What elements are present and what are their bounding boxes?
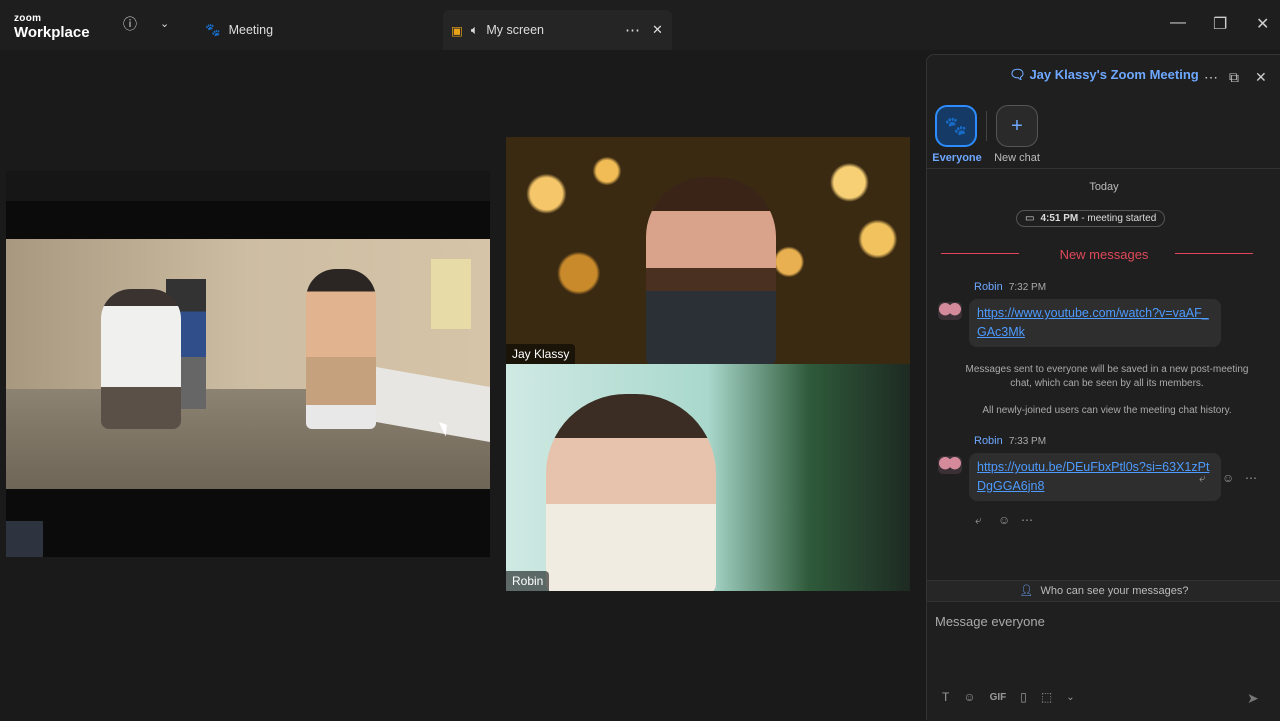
speaker-icon[interactable]: 🔈︎ [471,23,479,38]
file-icon[interactable]: ▯ [1020,690,1027,704]
message-link[interactable]: https://youtu.be/DEuFbxPtl0s?si=63X1zPtD… [977,460,1209,493]
chevron-down-icon[interactable]: ⌄ [160,17,169,30]
everyone-label: Everyone [932,152,982,164]
title-bar: zoom Workplace ⓘ ⌄ 🐾 Meeting ▣ 🔈︎ My scr… [0,0,1280,50]
emoji-icon[interactable]: ☺ [963,690,975,704]
shared-screen[interactable] [6,171,490,557]
message-link[interactable]: https://www.youtube.com/watch?v=vaAF_GAc… [977,306,1209,339]
emoji-icon[interactable]: ☺ [1222,471,1234,485]
logo-brand-top: zoom [14,13,42,24]
who-can-see-label: Who can see your messages? [1040,585,1189,597]
meeting-started-time: 4:51 PM [1040,213,1079,224]
more-icon[interactable]: ⋯ [1245,471,1257,485]
close-icon[interactable]: ✕ [652,22,663,38]
new-messages-separator: New messages [941,247,1267,262]
reply-icon[interactable]: ⤶ [975,513,982,528]
composer-toolbar: T ☺ GIF ▯ ⬚ ⌄ [942,690,1075,704]
video-tile-robin[interactable]: Robin [506,364,910,591]
meeting-started-pill: ▭ 4:51 PM - meeting started [1016,210,1166,227]
close-icon[interactable]: ✕ [1255,69,1267,86]
video-tile-jay[interactable]: Jay Klassy [506,137,910,364]
shared-video-frame [6,239,490,489]
info-icon[interactable]: ⓘ [123,14,137,34]
saved-chat-note: Messages sent to everyone will be saved … [965,364,1249,389]
scene-patient [306,269,376,429]
more-icon[interactable]: ⋯ [1204,69,1218,86]
paw-icon: 🐾 [205,22,221,37]
jay-video-person [646,177,776,364]
video-icon: ▭ [1025,213,1035,224]
divider [986,111,987,141]
tab-meeting[interactable]: 🐾 Meeting [205,10,273,50]
tab-meeting-label: Meeting [228,23,274,37]
format-icon[interactable]: T [942,690,949,704]
date-separator: Today [1089,181,1119,193]
divider [1175,253,1253,254]
send-icon[interactable]: ➤ [1247,690,1259,707]
meeting-started-text: - meeting started [1081,213,1157,224]
sender-name[interactable]: Robin [974,281,1003,293]
message-input[interactable] [935,610,1265,632]
person-lock-icon: 👤︎ [1019,585,1034,597]
message-bubble: https://youtu.be/DEuFbxPtl0s?si=63X1zPtD… [969,453,1221,501]
minimize-icon[interactable]: — [1170,14,1186,32]
shared-screen-top-band [6,171,490,201]
chat-history-note: All newly-joined users can view the meet… [982,405,1232,416]
shared-screen-thumbnail[interactable] [6,521,43,557]
paw-icon: 🐾 [944,115,968,136]
message-time: 7:33 PM [1008,436,1047,447]
plus-icon: + [1011,114,1023,137]
emoji-icon[interactable]: ☺ [998,513,1010,527]
chat-title: Jay Klassy's Zoom Meeting [1029,67,1199,82]
screenshot-icon[interactable]: ⬚ [1041,690,1052,704]
chevron-down-icon[interactable]: ⌄ [1066,692,1074,703]
scene-wall [6,239,490,389]
chat-header: 🗨︎ Jay Klassy's Zoom Meeting [927,67,1280,83]
robin-video-person [546,394,716,591]
chat-icon: 🗨︎ [1009,67,1026,82]
sender-name[interactable]: Robin [974,435,1003,447]
more-icon[interactable]: ⋯ [1021,513,1033,527]
share-screen-icon: ▣ [451,23,463,38]
message-bubble: https://www.youtube.com/watch?v=vaAF_GAc… [969,299,1221,347]
message-composer: T ☺ GIF ▯ ⬚ ⌄ ➤ [927,602,1280,721]
participant-name-robin: Robin [506,571,550,591]
avatar[interactable] [938,302,962,320]
message-sender: Robin 7:32 PM [974,281,1046,293]
restore-icon[interactable]: ❐ [1213,14,1227,34]
divider [927,168,1280,169]
new-messages-label: New messages [1059,247,1149,262]
more-icon[interactable]: ⋯ [625,21,640,39]
zoom-workplace-logo: zoom Workplace [14,13,90,41]
everyone-chat-button[interactable]: 🐾 [935,105,977,147]
window-close-icon[interactable]: ✕ [1256,14,1269,34]
participant-name-jay: Jay Klassy [506,344,576,364]
chat-panel: 🗨︎ Jay Klassy's Zoom Meeting ⋯ ⧉ ✕ 🐾 Eve… [926,54,1280,721]
tab-my-screen[interactable]: ▣ 🔈︎ My screen ⋯ ✕ [443,10,672,50]
who-can-see-bar[interactable]: 👤︎ Who can see your messages? [927,580,1280,602]
reply-icon[interactable]: ⤶ [1199,471,1206,486]
new-chat-label: New chat [994,152,1040,164]
scene-doctor [101,289,181,429]
avatar[interactable] [938,456,962,474]
message-sender: Robin 7:33 PM [974,435,1046,447]
logo-brand-bottom: Workplace [14,24,90,41]
tab-my-screen-label: My screen [486,23,544,37]
message-time: 7:32 PM [1008,282,1047,293]
gif-button[interactable]: GIF [990,692,1007,703]
scene-board [431,259,471,329]
new-chat-button[interactable]: + [996,105,1038,147]
popout-icon[interactable]: ⧉ [1229,69,1239,86]
